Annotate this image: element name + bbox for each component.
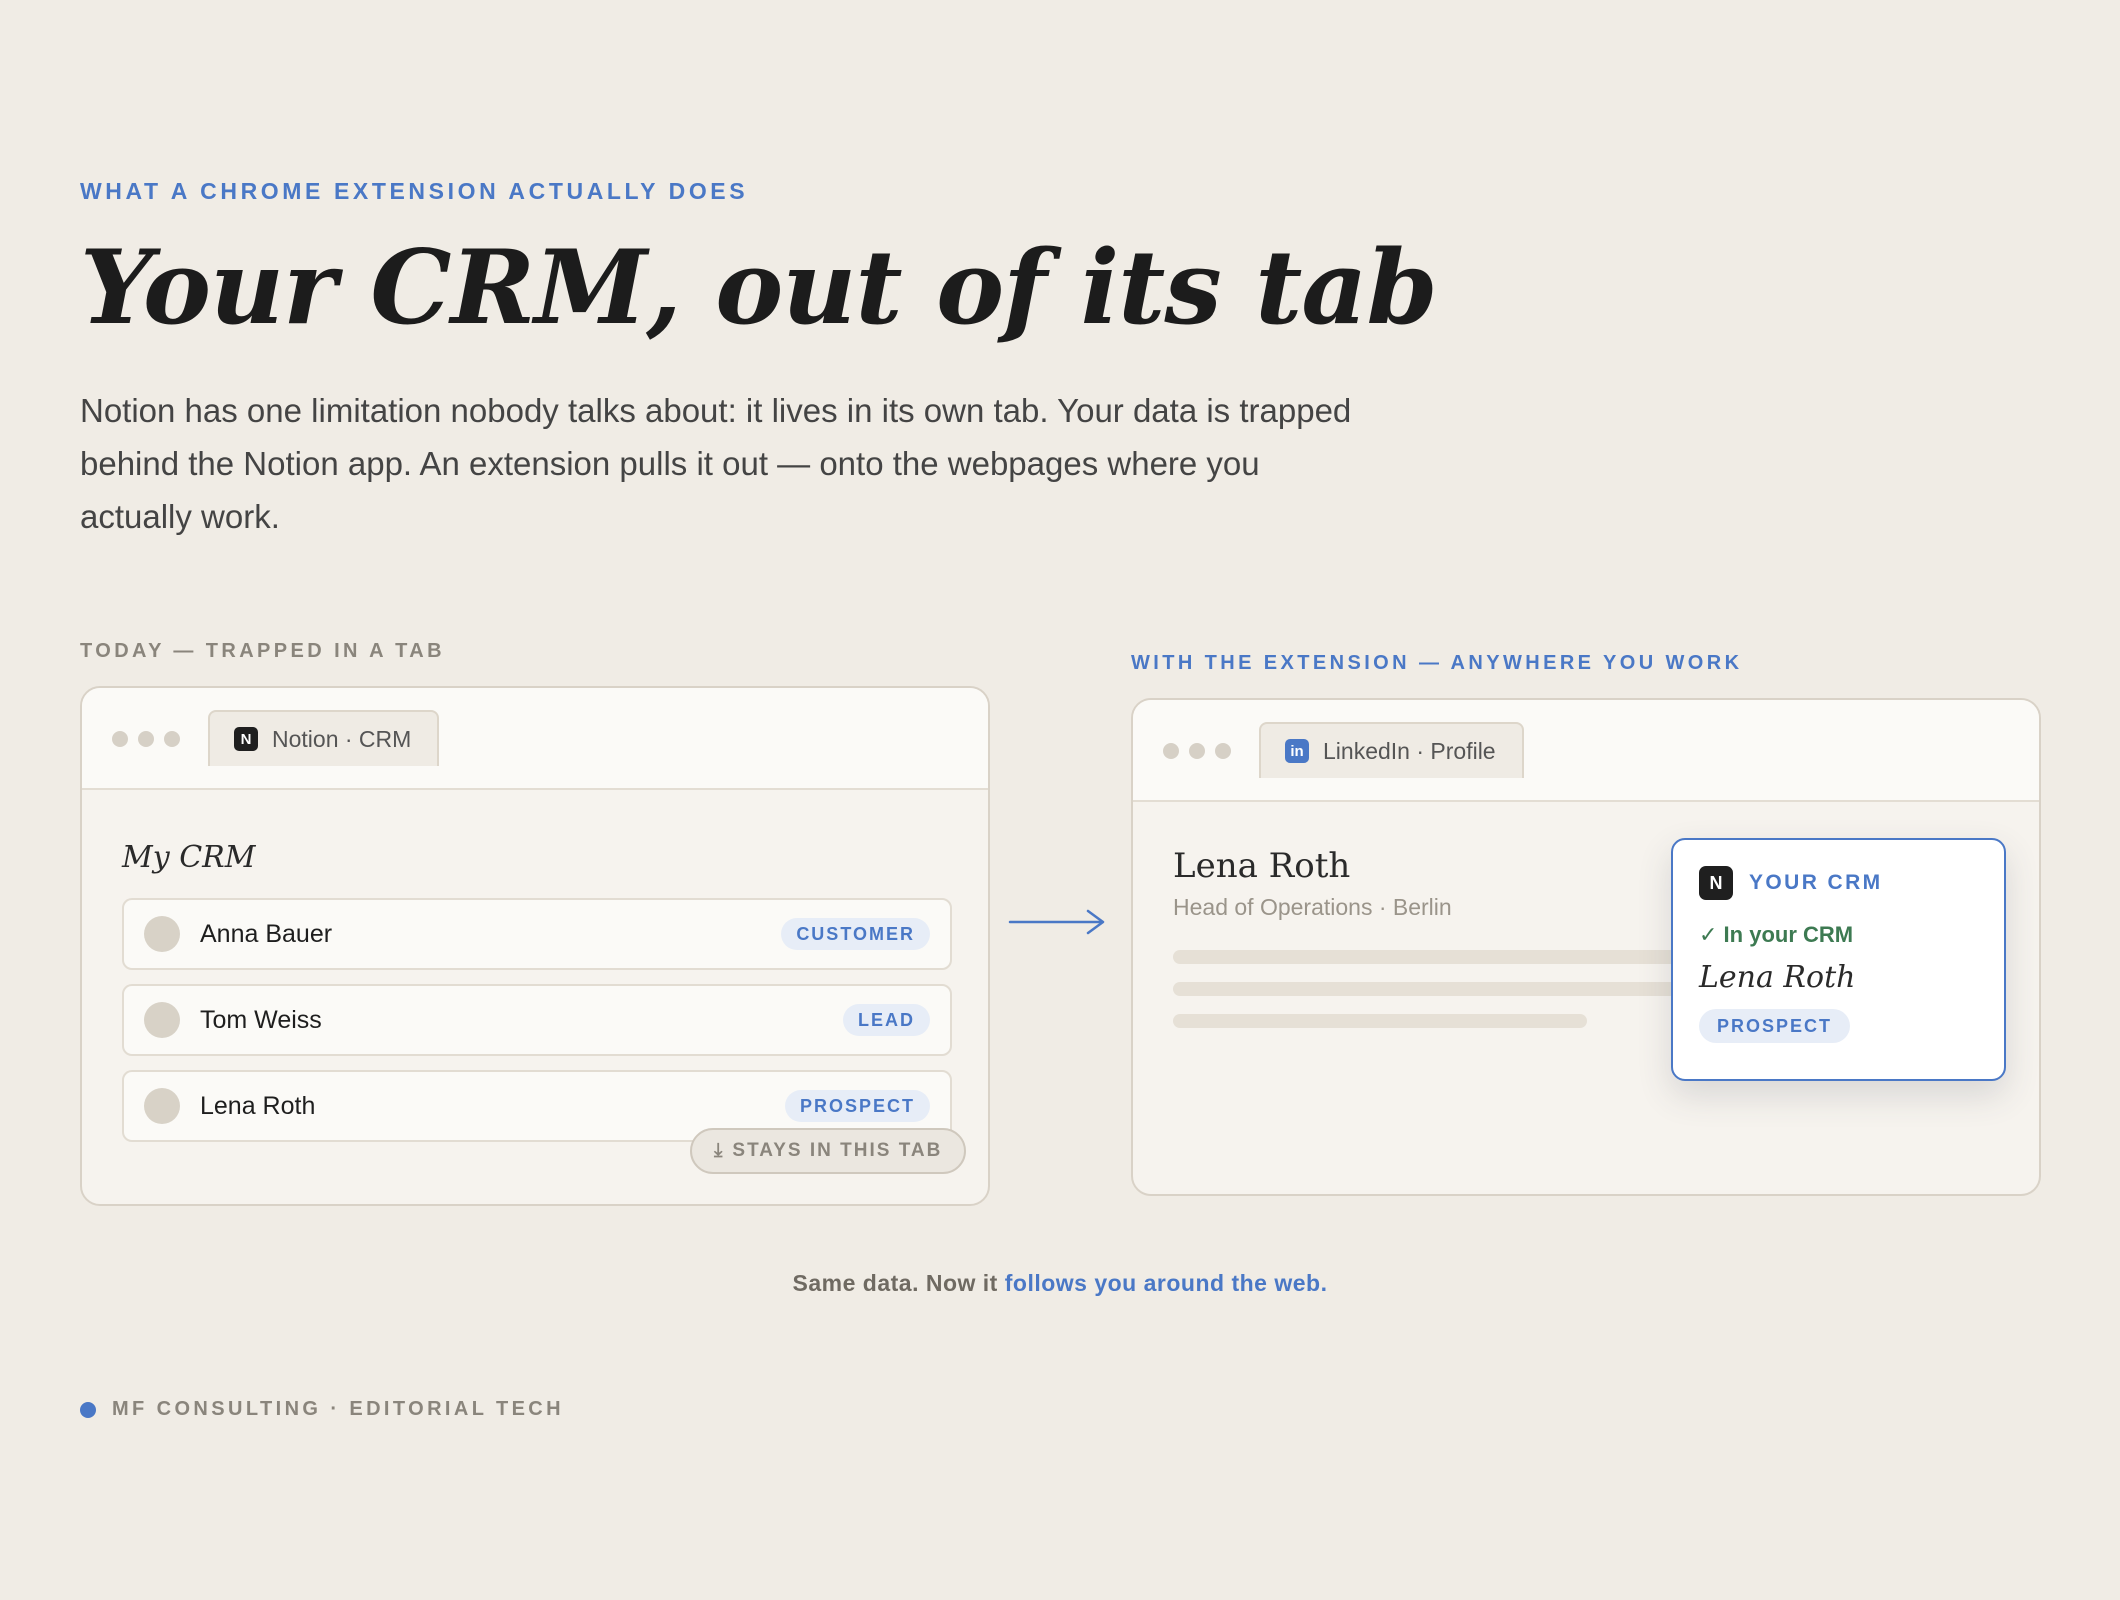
window-controls bbox=[112, 731, 180, 747]
content-placeholder-line bbox=[1173, 1014, 1587, 1028]
brand-dot-icon bbox=[80, 1401, 96, 1418]
crm-row[interactable]: Tom Weiss LEAD bbox=[122, 984, 952, 1056]
browser-titlebar: in LinkedIn · Profile bbox=[1133, 700, 2039, 802]
avatar bbox=[144, 916, 180, 952]
crm-extension-popover[interactable]: N YOUR CRM ✓ In your CRM Lena Roth PROSP… bbox=[1671, 838, 2006, 1081]
linkedin-icon: in bbox=[1285, 739, 1309, 763]
notion-icon: N bbox=[234, 727, 258, 751]
content-placeholder-line bbox=[1173, 982, 1733, 996]
page-title: Your CRM, out of its tab bbox=[80, 228, 1438, 348]
avatar bbox=[144, 1002, 180, 1038]
tab-notion-crm[interactable]: N Notion · CRM bbox=[208, 710, 440, 766]
crm-status: ✓ In your CRM bbox=[1699, 922, 1854, 947]
footer-brand: MF CONSULTING · EDITORIAL TECH bbox=[80, 1398, 564, 1421]
status-badge: LEAD bbox=[843, 1004, 930, 1036]
stays-label: STAYS IN THIS TAB bbox=[732, 1140, 943, 1161]
window-dot bbox=[1215, 743, 1231, 759]
window-dot bbox=[164, 731, 180, 747]
today-section-label: TODAY — TRAPPED IN A TAB bbox=[80, 640, 445, 662]
footer-label: MF CONSULTING · EDITORIAL TECH bbox=[112, 1398, 564, 1420]
window-dot bbox=[1189, 743, 1205, 759]
stays-in-tab-badge: ⤓ STAYS IN THIS TAB bbox=[690, 1128, 967, 1174]
content-placeholder-line bbox=[1173, 950, 1733, 964]
tab-linkedin-profile[interactable]: in LinkedIn · Profile bbox=[1259, 722, 1524, 778]
window-controls bbox=[1163, 743, 1231, 759]
eyebrow-label: WHAT A CHROME EXTENSION ACTUALLY DOES bbox=[80, 178, 749, 204]
crm-row[interactable]: Anna Bauer CUSTOMER bbox=[122, 898, 952, 970]
contact-name: Anna Bauer bbox=[200, 919, 333, 948]
caption-accent: follows you around the web. bbox=[1004, 1270, 1328, 1296]
crm-list: Anna Bauer CUSTOMER Tom Weiss LEAD Lena … bbox=[122, 898, 952, 1156]
contact-name: Tom Weiss bbox=[200, 1005, 322, 1034]
profile-name: Lena Roth bbox=[1173, 846, 1351, 886]
arrow-right-icon bbox=[1008, 909, 1105, 935]
intro-paragraph: Notion has one limitation nobody talks a… bbox=[80, 392, 1352, 535]
caption: Same data. Now it follows you around the… bbox=[0, 1270, 2120, 1297]
profile-subtitle: Head of Operations · Berlin bbox=[1173, 894, 1452, 920]
tab-label: LinkedIn · Profile bbox=[1323, 737, 1496, 764]
popover-title: YOUR CRM bbox=[1749, 871, 1883, 894]
extension-section-label: WITH THE EXTENSION — ANYWHERE YOU WORK bbox=[1131, 652, 1743, 674]
status-badge: PROSPECT bbox=[1699, 1009, 1851, 1043]
avatar bbox=[144, 1088, 180, 1124]
popover-header: N YOUR CRM bbox=[1699, 866, 1978, 900]
contact-name: Lena Roth bbox=[200, 1091, 316, 1120]
download-arrow-icon: ⤓ bbox=[714, 1140, 725, 1161]
popover-contact-name: Lena Roth bbox=[1699, 960, 1856, 995]
notion-browser-window: N Notion · CRM My CRM Anna Bauer CUSTOME… bbox=[80, 686, 990, 1206]
status-badge: PROSPECT bbox=[784, 1090, 930, 1122]
window-dot bbox=[138, 731, 154, 747]
status-badge: CUSTOMER bbox=[781, 918, 930, 950]
notion-icon: N bbox=[1699, 866, 1733, 900]
caption-lead: Same data. Now it bbox=[792, 1270, 1005, 1296]
tab-label: Notion · CRM bbox=[272, 725, 412, 752]
window-dot bbox=[1163, 743, 1179, 759]
browser-titlebar: N Notion · CRM bbox=[82, 688, 988, 790]
crm-title: My CRM bbox=[122, 840, 256, 875]
window-dot bbox=[112, 731, 128, 747]
